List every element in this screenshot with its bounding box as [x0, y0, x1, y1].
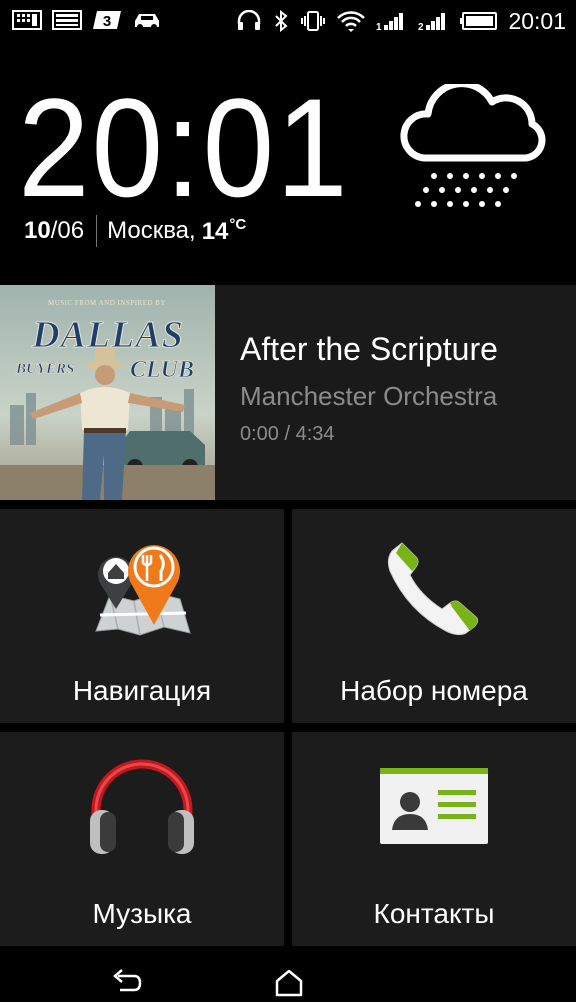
signal-1-icon: 1 — [376, 13, 404, 32]
svg-text:2: 2 — [418, 22, 424, 32]
song-title: After the Scripture — [240, 331, 498, 367]
headphones-icon — [90, 759, 194, 854]
back-icon[interactable] — [110, 967, 144, 997]
wifi-icon — [337, 11, 366, 32]
car-mode-icon — [135, 14, 159, 30]
3g-app-icon: 3 — [93, 11, 121, 30]
rain-cloud-icon — [400, 84, 546, 207]
music-label: Музыка — [92, 898, 192, 929]
home-icon[interactable] — [272, 967, 306, 997]
album-art[interactable]: MUSIC FROM AND INSPIRED BY DALLAS BUYERS… — [0, 285, 215, 500]
navigation-label: Навигация — [72, 675, 212, 706]
music-tile[interactable]: Музыка — [0, 732, 284, 946]
date-day: 10 — [24, 217, 51, 244]
signal-2-icon: 2 — [418, 13, 446, 32]
date-divider — [96, 215, 98, 247]
date-location-row: 10/06 Москва, 14°C — [24, 214, 246, 248]
bluetooth-icon — [275, 10, 288, 32]
song-artist: Manchester Orchestra — [240, 381, 498, 411]
date-month: /06 — [50, 217, 85, 244]
music-widget[interactable]: MUSIC FROM AND INSPIRED BY DALLAS BUYERS… — [0, 285, 576, 500]
album-title-club: CLUB — [130, 357, 194, 383]
dialer-label: Набор номера — [340, 675, 528, 706]
headset-icon — [238, 10, 261, 30]
city-name: Москва, — [107, 217, 196, 244]
status-time: 20:01 — [508, 8, 566, 34]
album-tagline: MUSIC FROM AND INSPIRED BY — [48, 299, 166, 307]
dialer-tile[interactable]: Набор номера — [292, 509, 576, 723]
contact-card-icon — [380, 768, 488, 844]
map-pins-icon — [95, 545, 191, 636]
navigation-tile[interactable]: Навигация — [0, 509, 284, 723]
clock-time: 20:01 — [18, 69, 350, 226]
album-title-dallas: DALLAS — [31, 314, 184, 356]
contacts-label: Контакты — [373, 898, 495, 929]
svg-text:3: 3 — [103, 13, 111, 30]
phone-icon — [387, 542, 479, 636]
album-title-buyers: BUYERS — [15, 361, 74, 377]
vibrate-icon — [301, 11, 326, 31]
song-progress-time: 0:00 / 4:34 — [240, 423, 335, 445]
status-bar: 3 1 2 20:01 — [0, 0, 576, 42]
temperature: 14°C — [201, 216, 247, 245]
battery-icon — [460, 12, 498, 30]
navigation-bar — [0, 955, 576, 1002]
image-notification-icon — [52, 10, 82, 30]
svg-text:1: 1 — [376, 22, 382, 32]
album-art-image: MUSIC FROM AND INSPIRED BY DALLAS BUYERS… — [0, 285, 215, 500]
temperature-unit: °C — [229, 216, 247, 233]
gallery-notification-icon — [12, 10, 42, 30]
contacts-tile[interactable]: Контакты — [292, 732, 576, 946]
